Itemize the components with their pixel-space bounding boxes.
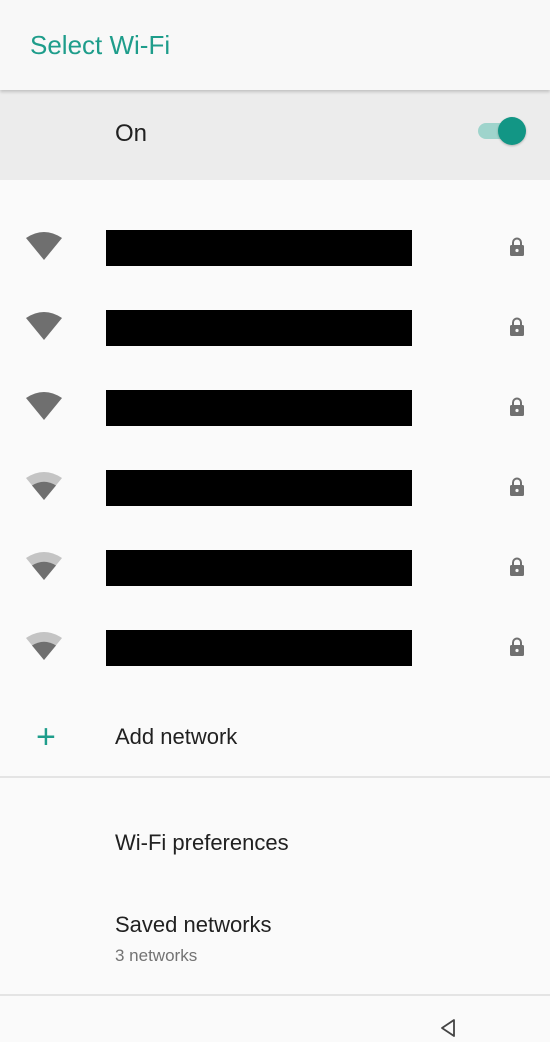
- toggle-thumb: [498, 117, 526, 145]
- network-ssid-redacted: [106, 630, 412, 666]
- wifi-master-switch-row[interactable]: On: [0, 90, 550, 180]
- network-list-item[interactable]: [0, 280, 550, 360]
- system-nav-bar: [0, 996, 550, 1042]
- network-ssid-redacted: [106, 470, 412, 506]
- lock-icon: [510, 477, 524, 496]
- wifi-signal-medium-icon: [26, 472, 62, 500]
- lock-icon: [510, 637, 524, 656]
- network-list: [0, 200, 550, 680]
- wifi-toggle[interactable]: [478, 117, 526, 145]
- saved-networks-count: 3 networks: [115, 946, 198, 965]
- wifi-switch-label: On: [115, 120, 148, 147]
- page-title: Select Wi-Fi: [30, 30, 171, 60]
- saved-networks-item[interactable]: Saved networks: [115, 912, 272, 938]
- add-network-row[interactable]: + Add network: [0, 700, 550, 776]
- plus-icon: +: [36, 718, 56, 756]
- wifi-signal-medium-icon: [26, 632, 62, 660]
- lock-icon: [510, 397, 524, 416]
- network-list-item[interactable]: [0, 600, 550, 680]
- add-network-label: Add network: [115, 724, 238, 749]
- lock-icon: [510, 557, 524, 576]
- network-ssid-redacted: [106, 230, 412, 266]
- wifi-signal-full-icon: [26, 232, 62, 260]
- network-ssid-redacted: [106, 550, 412, 586]
- lock-icon: [510, 317, 524, 336]
- network-list-item[interactable]: [0, 360, 550, 440]
- divider: [0, 776, 550, 778]
- network-list-item[interactable]: [0, 440, 550, 520]
- back-triangle-icon[interactable]: [436, 1016, 460, 1040]
- wifi-signal-full-icon: [26, 392, 62, 420]
- wifi-preferences-item[interactable]: Wi-Fi preferences: [115, 830, 289, 856]
- network-list-item[interactable]: [0, 520, 550, 600]
- network-list-item[interactable]: [0, 200, 550, 280]
- wifi-signal-medium-icon: [26, 552, 62, 580]
- wifi-picker-screen: Select Wi-Fi On + Add network Wi-Fi pref…: [0, 0, 550, 1042]
- wifi-signal-full-icon: [26, 312, 62, 340]
- app-bar: Select Wi-Fi: [0, 0, 550, 90]
- lock-icon: [510, 237, 524, 256]
- network-ssid-redacted: [106, 390, 412, 426]
- network-ssid-redacted: [106, 310, 412, 346]
